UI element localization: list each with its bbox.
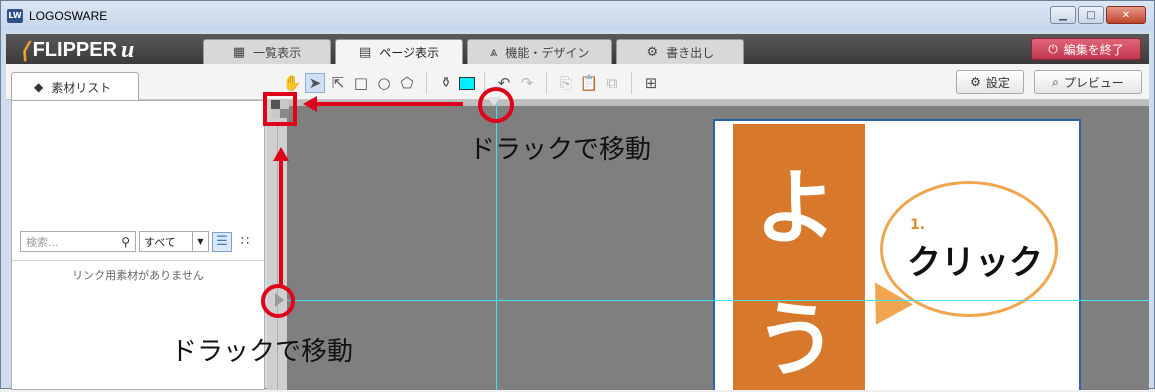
annotation-circle-left [261, 284, 295, 318]
page-heading-char: よ [755, 161, 838, 256]
preview-label: プレビュー [1063, 75, 1124, 90]
app-window: LW LOGOSWARE ▁ □ ✕ ⟨ FLIPPER u ▦ 一覧表示 ▤ … [0, 0, 1155, 390]
empty-message: リンク用素材がありません [72, 269, 204, 282]
list-view-icon[interactable]: ☰ [212, 231, 232, 252]
fill-bucket-icon[interactable]: ⚱ [436, 73, 456, 93]
redo-icon[interactable]: ↷ [517, 73, 537, 93]
rectangle-tool-icon[interactable]: □ [351, 73, 371, 93]
layout-icon[interactable]: ⊞ [641, 73, 661, 93]
tab-page-view[interactable]: ▤ ページ表示 [335, 39, 463, 65]
toolbar-separator [426, 72, 427, 94]
fill-color-swatch[interactable] [459, 76, 475, 90]
tab-list-view[interactable]: ▦ 一覧表示 [203, 39, 331, 64]
power-icon: ⏻ [1048, 41, 1058, 56]
circle-tool-icon[interactable]: ○ [374, 73, 394, 93]
tab-label: 一覧表示 [253, 45, 302, 60]
exit-edit-button[interactable]: ⏻ 編集を終了 [1031, 38, 1141, 60]
horizontal-guide-line[interactable] [287, 300, 1149, 301]
material-list-tab[interactable]: ◆ 素材リスト [11, 72, 139, 101]
toolbar-separator [546, 72, 547, 94]
page-preview[interactable]: よ う 1. クリック [713, 119, 1081, 390]
tab-design[interactable]: ⩓ 機能・デザイン [467, 39, 613, 64]
app-header: ⟨ FLIPPER u ▦ 一覧表示 ▤ ページ表示 ⩓ 機能・デザイン ⚙ 書… [6, 34, 1149, 65]
window-title: LOGOSWARE [29, 9, 108, 23]
app-logo-icon: LW [7, 9, 23, 23]
settings-button[interactable]: ⚙ 設定 [956, 70, 1024, 94]
grid-icon: ▦ [232, 44, 246, 60]
search-input[interactable]: 検索... ⚲ [20, 231, 136, 252]
close-button[interactable]: ✕ [1106, 6, 1146, 24]
polygon-tool-icon[interactable]: ⬠ [397, 73, 417, 93]
direct-select-icon[interactable]: ⇱ [328, 73, 348, 93]
settings-label: 設定 [985, 75, 1010, 90]
duplicate-icon[interactable]: ⧉ [602, 73, 622, 93]
filter-value: すべて [144, 235, 176, 249]
annotation-circle-top [478, 87, 514, 123]
chevron-down-icon: ▼ [192, 232, 208, 251]
magnifier-page-icon: ⌕ [1052, 74, 1059, 89]
flipper-swoosh-icon: ⟨ [20, 37, 29, 63]
copy-icon[interactable]: ⎘ [556, 73, 576, 93]
flipper-logo: ⟨ FLIPPER u [20, 37, 134, 64]
window-controls: ▁ □ ✕ [1050, 6, 1146, 24]
panel-search-row: 検索... ⚲ すべて ▼ ☰ ∷ [20, 231, 255, 252]
grid-view-icon[interactable]: ∷ [235, 232, 255, 252]
preview-button[interactable]: ⌕ プレビュー [1034, 70, 1142, 94]
annotation-text-top: ドラックで移動 [469, 135, 652, 165]
arrow-left-icon [303, 96, 317, 112]
search-icon: ⚲ [121, 234, 130, 249]
annotation-text-bottom: ドラックで移動 [171, 337, 354, 367]
exit-edit-label: 編集を終了 [1063, 42, 1124, 57]
filter-select[interactable]: すべて ▼ [139, 231, 209, 252]
logo-text: FLIPPER [32, 39, 118, 61]
cube-icon: ◆ [34, 80, 44, 94]
toolbar: ◆ 素材リスト ✋ ➤ ⇱ □ ○ ⬠ ⚱ ↶ ↷ ⎘ 📋 ⧉ ⊞ ⚙ 設定 ⌕… [6, 64, 1149, 101]
tab-label: 書き出し [666, 45, 715, 60]
minimize-button[interactable]: ▁ [1050, 6, 1076, 24]
tab-label: 機能・デザイン [505, 45, 590, 60]
page-icon: ▤ [358, 45, 372, 60]
drawing-tools: ✋ ➤ ⇱ □ ○ ⬠ ⚱ ↶ ↷ ⎘ 📋 ⧉ ⊞ [282, 72, 661, 94]
hand-tool-icon[interactable]: ✋ [282, 73, 302, 93]
search-placeholder: 検索... [26, 235, 59, 249]
arrow-up-icon [273, 147, 289, 161]
panel-divider [12, 260, 264, 261]
main-tabs: ▦ 一覧表示 ▤ ページ表示 ⩓ 機能・デザイン ⚙ 書き出し [203, 39, 745, 65]
tab-label: ページ表示 [379, 46, 440, 60]
paste-icon[interactable]: 📋 [579, 73, 599, 93]
maximize-button[interactable]: □ [1078, 6, 1104, 24]
annotation-arrow-horizontal [313, 102, 463, 106]
material-list-label: 素材リスト [51, 80, 112, 95]
step-number: 1. [910, 217, 926, 233]
title-bar: LW LOGOSWARE ▁ □ ✕ [1, 1, 1154, 31]
select-arrow-icon[interactable]: ➤ [305, 73, 325, 93]
logo-suffix: u [121, 37, 135, 63]
annotation-arrow-vertical [279, 159, 283, 287]
tab-export[interactable]: ⚙ 書き出し [616, 39, 745, 64]
annotation-square [263, 92, 297, 126]
design-icon: ⩓ [490, 44, 498, 60]
click-text: クリック [907, 243, 1043, 283]
toolbar-separator [631, 72, 632, 94]
gear-icon: ⚙ [970, 75, 981, 89]
page-heading-char: う [755, 293, 838, 388]
export-gear-icon: ⚙ [646, 44, 659, 60]
